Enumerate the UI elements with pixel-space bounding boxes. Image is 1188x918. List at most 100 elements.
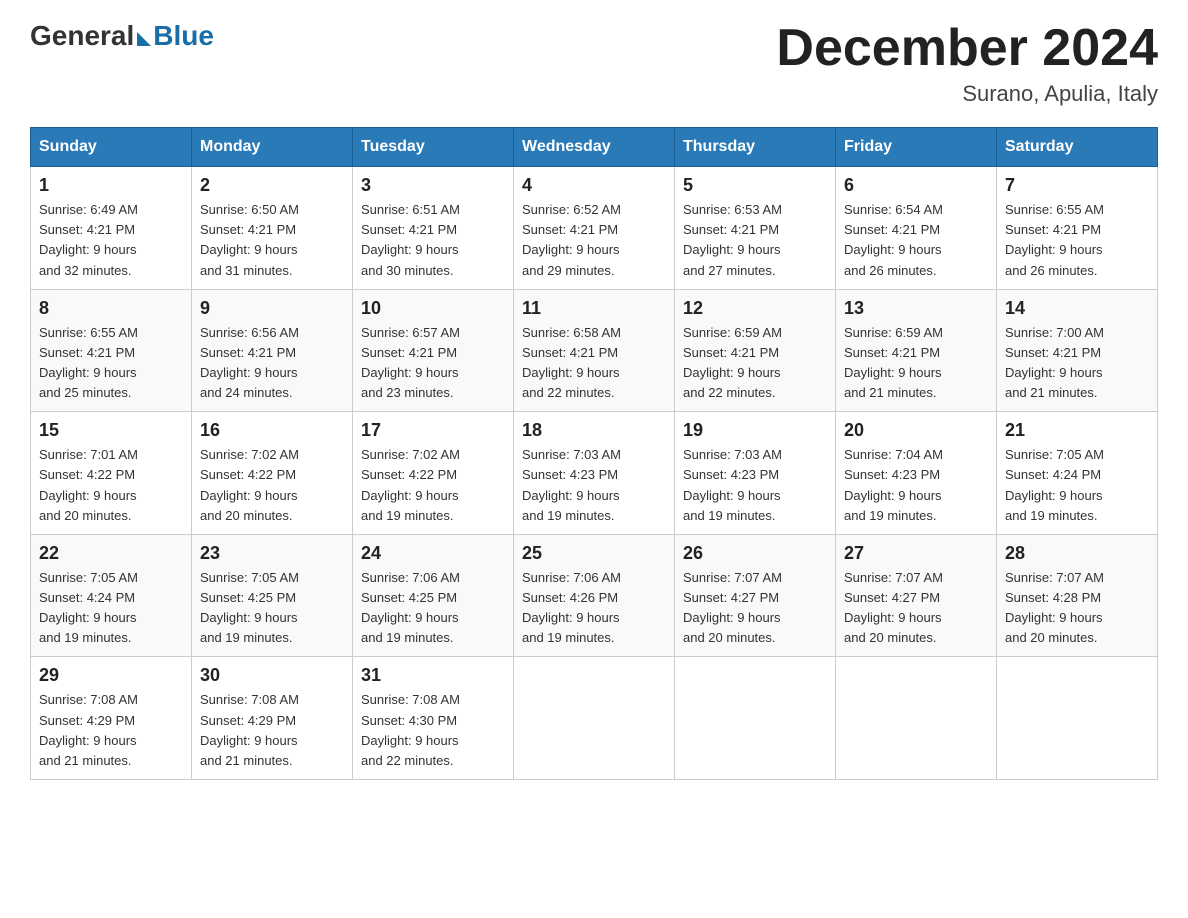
table-row: 5 Sunrise: 6:53 AMSunset: 4:21 PMDaylight…	[675, 167, 836, 290]
day-info: Sunrise: 7:07 AMSunset: 4:28 PMDaylight:…	[1005, 568, 1149, 649]
day-info: Sunrise: 6:49 AMSunset: 4:21 PMDaylight:…	[39, 200, 183, 281]
day-info: Sunrise: 7:08 AMSunset: 4:30 PMDaylight:…	[361, 690, 505, 771]
table-row: 13Sunrise: 6:59 AMSunset: 4:21 PMDayligh…	[836, 289, 997, 412]
table-row: 19Sunrise: 7:03 AMSunset: 4:23 PMDayligh…	[675, 412, 836, 535]
day-number: 15	[39, 420, 183, 441]
table-row: 22 Sunrise: 7:05 AMSunset: 4:24 PMDayligh…	[31, 534, 192, 657]
table-row: 7 Sunrise: 6:55 AMSunset: 4:21 PMDaylight…	[997, 167, 1158, 290]
day-info: Sunrise: 6:50 AMSunset: 4:21 PMDaylight:…	[200, 200, 344, 281]
table-row: 31 Sunrise: 7:08 AMSunset: 4:30 PMDayligh…	[353, 657, 514, 780]
day-info: Sunrise: 7:06 AMSunset: 4:25 PMDaylight:…	[361, 568, 505, 649]
table-row: 23Sunrise: 7:05 AMSunset: 4:25 PMDayligh…	[192, 534, 353, 657]
day-number: 21	[1005, 420, 1149, 441]
table-row: 21 Sunrise: 7:05 AMSunset: 4:24 PMDayligh…	[997, 412, 1158, 535]
day-number: 31	[361, 665, 505, 686]
day-info: Sunrise: 7:05 AMSunset: 4:24 PMDaylight:…	[1005, 445, 1149, 526]
day-number: 6	[844, 175, 988, 196]
day-number: 20	[844, 420, 988, 441]
col-tuesday: Tuesday	[353, 128, 514, 167]
calendar-week-row: 15 Sunrise: 7:01 AMSunset: 4:22 PMDayligh…	[31, 412, 1158, 535]
day-number: 29	[39, 665, 183, 686]
day-info: Sunrise: 7:02 AMSunset: 4:22 PMDaylight:…	[361, 445, 505, 526]
day-info: Sunrise: 6:53 AMSunset: 4:21 PMDaylight:…	[683, 200, 827, 281]
table-row: 2Sunrise: 6:50 AMSunset: 4:21 PMDaylight…	[192, 167, 353, 290]
location-subtitle: Surano, Apulia, Italy	[776, 81, 1158, 107]
calendar-header-row: Sunday Monday Tuesday Wednesday Thursday…	[31, 128, 1158, 167]
table-row: 18 Sunrise: 7:03 AMSunset: 4:23 PMDayligh…	[514, 412, 675, 535]
table-row	[514, 657, 675, 780]
calendar-table: Sunday Monday Tuesday Wednesday Thursday…	[30, 127, 1158, 780]
table-row: 15 Sunrise: 7:01 AMSunset: 4:22 PMDayligh…	[31, 412, 192, 535]
table-row: 24 Sunrise: 7:06 AMSunset: 4:25 PMDayligh…	[353, 534, 514, 657]
day-info: Sunrise: 7:01 AMSunset: 4:22 PMDaylight:…	[39, 445, 183, 526]
day-info: Sunrise: 7:07 AMSunset: 4:27 PMDaylight:…	[844, 568, 988, 649]
day-number: 22	[39, 543, 183, 564]
calendar-week-row: 29 Sunrise: 7:08 AMSunset: 4:29 PMDayligh…	[31, 657, 1158, 780]
day-number: 1	[39, 175, 183, 196]
logo-arrow-icon	[137, 32, 151, 46]
table-row: 6 Sunrise: 6:54 AMSunset: 4:21 PMDaylight…	[836, 167, 997, 290]
day-number: 13	[844, 298, 988, 319]
calendar-week-row: 22 Sunrise: 7:05 AMSunset: 4:24 PMDayligh…	[31, 534, 1158, 657]
logo: General Blue	[30, 20, 214, 52]
table-row: 4Sunrise: 6:52 AMSunset: 4:21 PMDaylight…	[514, 167, 675, 290]
day-info: Sunrise: 7:00 AMSunset: 4:21 PMDaylight:…	[1005, 323, 1149, 404]
table-row: 20 Sunrise: 7:04 AMSunset: 4:23 PMDayligh…	[836, 412, 997, 535]
day-number: 30	[200, 665, 344, 686]
day-info: Sunrise: 6:59 AMSunset: 4:21 PMDaylight:…	[683, 323, 827, 404]
table-row: 25Sunrise: 7:06 AMSunset: 4:26 PMDayligh…	[514, 534, 675, 657]
day-number: 17	[361, 420, 505, 441]
col-sunday: Sunday	[31, 128, 192, 167]
day-number: 11	[522, 298, 666, 319]
day-info: Sunrise: 7:02 AMSunset: 4:22 PMDaylight:…	[200, 445, 344, 526]
day-info: Sunrise: 6:58 AMSunset: 4:21 PMDaylight:…	[522, 323, 666, 404]
table-row: 9Sunrise: 6:56 AMSunset: 4:21 PMDaylight…	[192, 289, 353, 412]
col-thursday: Thursday	[675, 128, 836, 167]
table-row: 12 Sunrise: 6:59 AMSunset: 4:21 PMDayligh…	[675, 289, 836, 412]
day-info: Sunrise: 7:03 AMSunset: 4:23 PMDaylight:…	[683, 445, 827, 526]
day-number: 24	[361, 543, 505, 564]
page-header: General Blue December 2024 Surano, Apuli…	[30, 20, 1158, 107]
day-info: Sunrise: 7:05 AMSunset: 4:25 PMDaylight:…	[200, 568, 344, 649]
day-info: Sunrise: 6:56 AMSunset: 4:21 PMDaylight:…	[200, 323, 344, 404]
table-row: 26Sunrise: 7:07 AMSunset: 4:27 PMDayligh…	[675, 534, 836, 657]
day-info: Sunrise: 6:55 AMSunset: 4:21 PMDaylight:…	[39, 323, 183, 404]
day-info: Sunrise: 6:51 AMSunset: 4:21 PMDaylight:…	[361, 200, 505, 281]
day-number: 14	[1005, 298, 1149, 319]
table-row: 1 Sunrise: 6:49 AMSunset: 4:21 PMDaylight…	[31, 167, 192, 290]
day-info: Sunrise: 6:54 AMSunset: 4:21 PMDaylight:…	[844, 200, 988, 281]
table-row: 16 Sunrise: 7:02 AMSunset: 4:22 PMDayligh…	[192, 412, 353, 535]
day-info: Sunrise: 7:08 AMSunset: 4:29 PMDaylight:…	[39, 690, 183, 771]
table-row: 29 Sunrise: 7:08 AMSunset: 4:29 PMDayligh…	[31, 657, 192, 780]
table-row	[675, 657, 836, 780]
month-title: December 2024	[776, 20, 1158, 77]
col-friday: Friday	[836, 128, 997, 167]
day-number: 8	[39, 298, 183, 319]
calendar-week-row: 1 Sunrise: 6:49 AMSunset: 4:21 PMDaylight…	[31, 167, 1158, 290]
day-number: 18	[522, 420, 666, 441]
day-number: 4	[522, 175, 666, 196]
day-info: Sunrise: 7:08 AMSunset: 4:29 PMDaylight:…	[200, 690, 344, 771]
day-number: 16	[200, 420, 344, 441]
day-number: 3	[361, 175, 505, 196]
day-number: 27	[844, 543, 988, 564]
calendar-week-row: 8 Sunrise: 6:55 AMSunset: 4:21 PMDaylight…	[31, 289, 1158, 412]
day-info: Sunrise: 7:04 AMSunset: 4:23 PMDaylight:…	[844, 445, 988, 526]
day-number: 7	[1005, 175, 1149, 196]
table-row: 8 Sunrise: 6:55 AMSunset: 4:21 PMDaylight…	[31, 289, 192, 412]
day-info: Sunrise: 7:05 AMSunset: 4:24 PMDaylight:…	[39, 568, 183, 649]
day-number: 12	[683, 298, 827, 319]
day-number: 28	[1005, 543, 1149, 564]
day-number: 26	[683, 543, 827, 564]
day-number: 10	[361, 298, 505, 319]
col-saturday: Saturday	[997, 128, 1158, 167]
table-row: 3 Sunrise: 6:51 AMSunset: 4:21 PMDaylight…	[353, 167, 514, 290]
day-info: Sunrise: 7:03 AMSunset: 4:23 PMDaylight:…	[522, 445, 666, 526]
table-row: 10Sunrise: 6:57 AMSunset: 4:21 PMDayligh…	[353, 289, 514, 412]
day-info: Sunrise: 6:55 AMSunset: 4:21 PMDaylight:…	[1005, 200, 1149, 281]
table-row: 28 Sunrise: 7:07 AMSunset: 4:28 PMDayligh…	[997, 534, 1158, 657]
table-row	[836, 657, 997, 780]
day-info: Sunrise: 7:06 AMSunset: 4:26 PMDaylight:…	[522, 568, 666, 649]
day-number: 5	[683, 175, 827, 196]
table-row: 17 Sunrise: 7:02 AMSunset: 4:22 PMDayligh…	[353, 412, 514, 535]
